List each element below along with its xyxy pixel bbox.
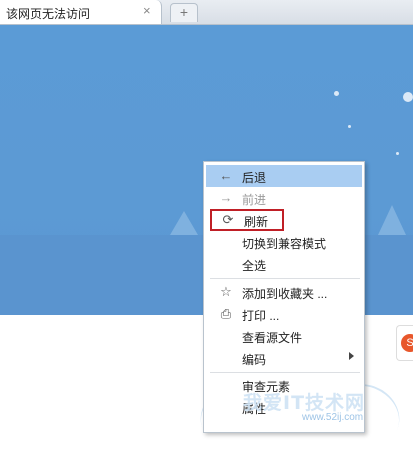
moon-dot bbox=[403, 92, 413, 102]
tab-title: 该网页无法访问 bbox=[6, 7, 91, 21]
refresh-icon: ⟳ bbox=[222, 212, 234, 227]
tab-strip: 该网页无法访问 × + bbox=[0, 0, 413, 25]
menu-separator bbox=[210, 278, 360, 279]
menu-item-forward[interactable]: → 前进 bbox=[206, 187, 362, 209]
menu-item-label: 前进 bbox=[242, 193, 267, 207]
chevron-right-icon bbox=[349, 352, 354, 360]
menu-item-refresh[interactable]: ⟳ 刷新 bbox=[210, 209, 284, 231]
watermark-title: 我爱IT技术网 bbox=[243, 392, 366, 414]
star-dot bbox=[334, 91, 339, 96]
star-icon: ☆ bbox=[220, 284, 232, 299]
tab-active[interactable]: 该网页无法访问 × bbox=[0, 0, 162, 24]
menu-item-label: 编码 bbox=[242, 353, 267, 367]
menu-item-label: 后退 bbox=[242, 171, 267, 185]
menu-item-back[interactable]: ← 后退 bbox=[206, 165, 362, 187]
printer-icon: ⎙ bbox=[220, 306, 232, 321]
menu-item-label: 添加到收藏夹 ... bbox=[242, 287, 328, 301]
arrow-left-icon: ← bbox=[219, 168, 233, 183]
menu-item-label: 刷新 bbox=[244, 215, 269, 229]
menu-item-select-all[interactable]: 全选 bbox=[206, 253, 362, 275]
mountain-shape bbox=[170, 211, 198, 235]
star-dot bbox=[348, 125, 351, 128]
menu-item-label: 全选 bbox=[242, 259, 267, 273]
close-icon[interactable]: × bbox=[143, 3, 151, 18]
menu-item-print[interactable]: ⎙ 打印 ... bbox=[206, 303, 362, 325]
new-tab-button[interactable]: + bbox=[170, 3, 198, 22]
menu-item-encoding[interactable]: 编码 bbox=[206, 347, 362, 369]
arrow-right-icon: → bbox=[219, 190, 233, 205]
menu-item-view-source[interactable]: 查看源文件 bbox=[206, 325, 362, 347]
star-dot bbox=[396, 152, 399, 155]
menu-item-compat-mode[interactable]: 切换到兼容模式 bbox=[206, 231, 362, 253]
sogou-logo-icon: S bbox=[401, 334, 413, 352]
menu-item-add-favorite[interactable]: ☆ 添加到收藏夹 ... bbox=[206, 281, 362, 303]
menu-separator bbox=[210, 372, 360, 373]
watermark-url: www.52ij.com bbox=[302, 412, 364, 423]
menu-item-label: 打印 ... bbox=[242, 309, 280, 323]
menu-item-label: 查看源文件 bbox=[242, 331, 303, 345]
menu-item-label: 切换到兼容模式 bbox=[242, 237, 327, 251]
side-widget[interactable]: S bbox=[396, 325, 413, 361]
mountain-shape bbox=[378, 205, 406, 235]
